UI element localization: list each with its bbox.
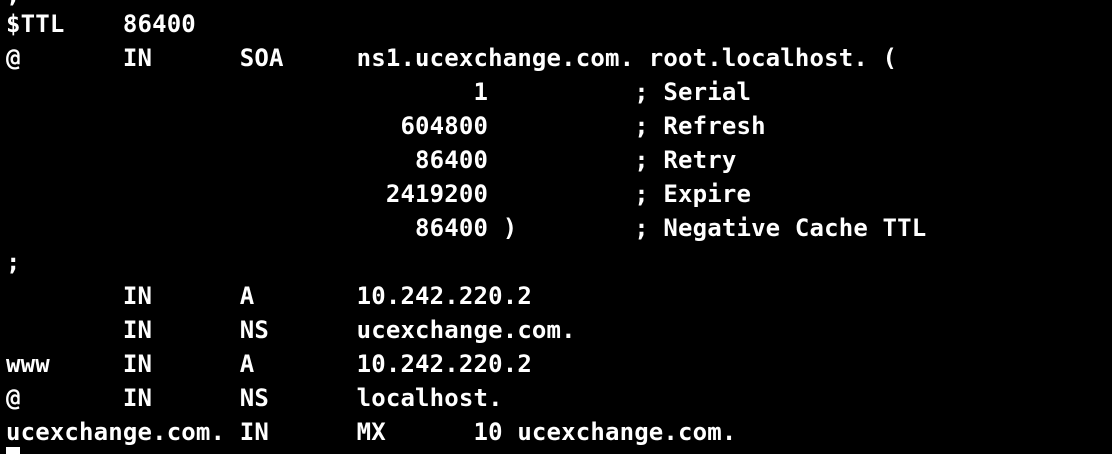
terminal-line: www IN A 10.242.220.2	[6, 350, 532, 378]
terminal-line: IN NS ucexchange.com.	[6, 316, 576, 344]
terminal-line: 604800 ; Refresh	[6, 112, 766, 140]
terminal-line: $TTL 86400	[6, 10, 196, 38]
terminal-line: @ IN SOA ns1.ucexchange.com. root.localh…	[6, 44, 898, 72]
terminal-line: IN A 10.242.220.2	[6, 282, 532, 310]
terminal-line: @ IN NS localhost.	[6, 384, 503, 412]
terminal-line: 86400 ) ; Negative Cache TTL	[6, 214, 927, 242]
terminal-window[interactable]: ; $TTL 86400 @ IN SOA ns1.ucexchange.com…	[0, 0, 1112, 454]
text-cursor	[6, 447, 20, 454]
terminal-line: ;	[6, 248, 21, 276]
terminal-line: 1 ; Serial	[6, 78, 752, 106]
terminal-line: 2419200 ; Expire	[6, 180, 752, 208]
terminal-line: 86400 ; Retry	[6, 146, 737, 174]
terminal-line: ucexchange.com. IN MX 10 ucexchange.com.	[6, 418, 737, 446]
